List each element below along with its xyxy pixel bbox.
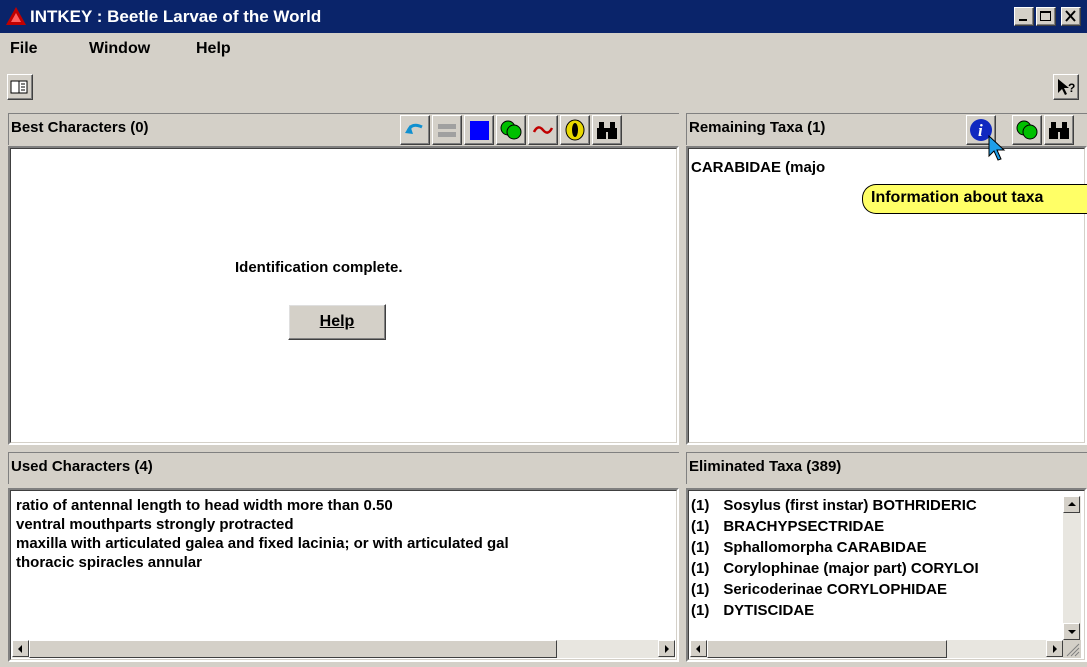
identification-status: Identification complete. bbox=[235, 259, 403, 276]
scroll-left-button[interactable] bbox=[690, 640, 707, 657]
list-item[interactable]: (1) Sphallomorpha CARABIDAE bbox=[691, 539, 927, 556]
minimize-button[interactable] bbox=[1014, 7, 1034, 26]
title-bar[interactable]: INTKEY : Beetle Larvae of the World bbox=[0, 0, 1087, 33]
scroll-thumb[interactable] bbox=[707, 640, 947, 658]
maximize-icon bbox=[1040, 11, 1051, 21]
taxon-name: Sphallomorpha CARABIDAE bbox=[723, 539, 927, 556]
taxa-find-button[interactable] bbox=[1044, 115, 1074, 145]
best-characters-title: Best Characters (0) bbox=[11, 119, 149, 136]
scroll-down-button[interactable] bbox=[1063, 623, 1080, 640]
intkey-logo-icon bbox=[6, 7, 26, 25]
list-item[interactable]: ventral mouthparts strongly protracted bbox=[16, 516, 294, 533]
list-item[interactable]: (1) Sosylus (first instar) BOTHRIDERIC bbox=[691, 497, 977, 514]
remaining-taxa-header: Remaining Taxa (1) i bbox=[686, 113, 1087, 145]
used-characters-title: Used Characters (4) bbox=[11, 458, 153, 475]
list-item[interactable]: CARABIDAE (majo bbox=[691, 159, 825, 176]
list-item[interactable]: (1) DYTISCIDAE bbox=[691, 602, 814, 619]
similarities-button[interactable] bbox=[528, 115, 558, 145]
used-characters-hscroll[interactable] bbox=[12, 640, 675, 658]
remaining-taxa-title: Remaining Taxa (1) bbox=[689, 119, 826, 136]
menu-help[interactable]: Help bbox=[196, 40, 231, 58]
eliminated-taxa-hscroll[interactable] bbox=[690, 640, 1063, 658]
differences-icon bbox=[500, 120, 522, 140]
book-icon bbox=[10, 80, 28, 94]
diagnose-icon bbox=[470, 121, 489, 140]
best-characters-list[interactable] bbox=[8, 146, 679, 445]
taxon-name: Sericoderinae CORYLOPHIDAE bbox=[723, 581, 948, 598]
taxon-count: (1) bbox=[691, 581, 710, 598]
window-title: INTKEY : Beetle Larvae of the World bbox=[30, 7, 322, 26]
list-item[interactable]: (1) BRACHYPSECTRIDAE bbox=[691, 518, 884, 535]
taxon-count: (1) bbox=[691, 602, 710, 619]
list-item[interactable]: (1) Corylophinae (major part) CORYLOI bbox=[691, 560, 979, 577]
minimize-icon bbox=[1019, 19, 1027, 21]
find-icon bbox=[597, 122, 617, 139]
used-characters-list[interactable] bbox=[8, 488, 679, 662]
context-help-button[interactable]: ? bbox=[1053, 74, 1079, 100]
scroll-up-button[interactable] bbox=[1063, 496, 1080, 513]
close-button[interactable] bbox=[1061, 7, 1081, 26]
taxon-count: (1) bbox=[691, 560, 710, 577]
scroll-thumb[interactable] bbox=[29, 640, 557, 658]
used-characters-header: Used Characters (4) bbox=[8, 452, 679, 484]
open-book-button[interactable] bbox=[7, 74, 33, 100]
eliminated-taxa-vscroll[interactable] bbox=[1063, 496, 1081, 640]
context-help-icon: ? bbox=[1058, 79, 1075, 95]
scroll-right-button[interactable] bbox=[658, 640, 675, 657]
taxon-name: Corylophinae (major part) CORYLOI bbox=[723, 560, 979, 577]
mouse-pointer-icon bbox=[988, 134, 1006, 161]
eliminated-taxa-items: (1) Sosylus (first instar) BOTHRIDERIC (1… bbox=[691, 497, 1063, 637]
help-button-label: Help bbox=[319, 313, 355, 330]
menu-file[interactable]: File bbox=[10, 40, 38, 58]
svg-text:?: ? bbox=[1068, 81, 1075, 95]
scroll-right-button[interactable] bbox=[1046, 640, 1063, 657]
taxon-name: Sosylus (first instar) BOTHRIDERIC bbox=[723, 497, 977, 514]
taxon-name: BRACHYPSECTRIDAE bbox=[723, 518, 885, 535]
menu-window[interactable]: Window bbox=[89, 40, 150, 58]
taxa-differences-button[interactable] bbox=[1012, 115, 1042, 145]
tooltip: Information about taxa bbox=[862, 184, 1087, 214]
differences-icon bbox=[1016, 120, 1038, 140]
list-item[interactable]: thoracic spiracles annular bbox=[16, 554, 202, 571]
eliminated-taxa-header: Eliminated Taxa (389) bbox=[686, 452, 1087, 484]
separate-button[interactable] bbox=[432, 115, 462, 145]
find-button[interactable] bbox=[592, 115, 622, 145]
list-item[interactable]: (1) Sericoderinae CORYLOPHIDAE bbox=[691, 581, 947, 598]
svg-text:i: i bbox=[978, 121, 983, 140]
taxon-count: (1) bbox=[691, 497, 710, 514]
scroll-left-button[interactable] bbox=[12, 640, 29, 657]
resize-grip-icon bbox=[1066, 643, 1080, 657]
separate-icon bbox=[438, 124, 456, 137]
eliminated-taxa-title: Eliminated Taxa (389) bbox=[689, 458, 842, 475]
differences-button[interactable] bbox=[496, 115, 526, 145]
best-characters-header: Best Characters (0) bbox=[8, 113, 679, 145]
list-item[interactable]: ratio of antennal length to head width m… bbox=[16, 497, 393, 514]
undo-button[interactable] bbox=[400, 115, 430, 145]
taxon-name: DYTISCIDAE bbox=[723, 602, 815, 619]
diagnose-button[interactable] bbox=[464, 115, 494, 145]
menu-bar: File Window Help bbox=[0, 33, 1087, 63]
find-icon bbox=[1049, 122, 1069, 139]
undo-icon bbox=[405, 123, 423, 134]
close-icon bbox=[1065, 10, 1076, 22]
help-button[interactable]: Help bbox=[288, 304, 386, 340]
similarities-icon bbox=[532, 126, 554, 134]
intkey-window: INTKEY : Beetle Larvae of the World File… bbox=[0, 0, 1087, 667]
taxon-info-button[interactable] bbox=[560, 115, 590, 145]
taxon-info-icon bbox=[565, 119, 585, 141]
taxon-count: (1) bbox=[691, 539, 710, 556]
list-item[interactable]: maxilla with articulated galea and fixed… bbox=[16, 535, 672, 552]
maximize-button[interactable] bbox=[1036, 7, 1056, 26]
taxon-count: (1) bbox=[691, 518, 710, 535]
size-grip[interactable] bbox=[1063, 640, 1081, 658]
